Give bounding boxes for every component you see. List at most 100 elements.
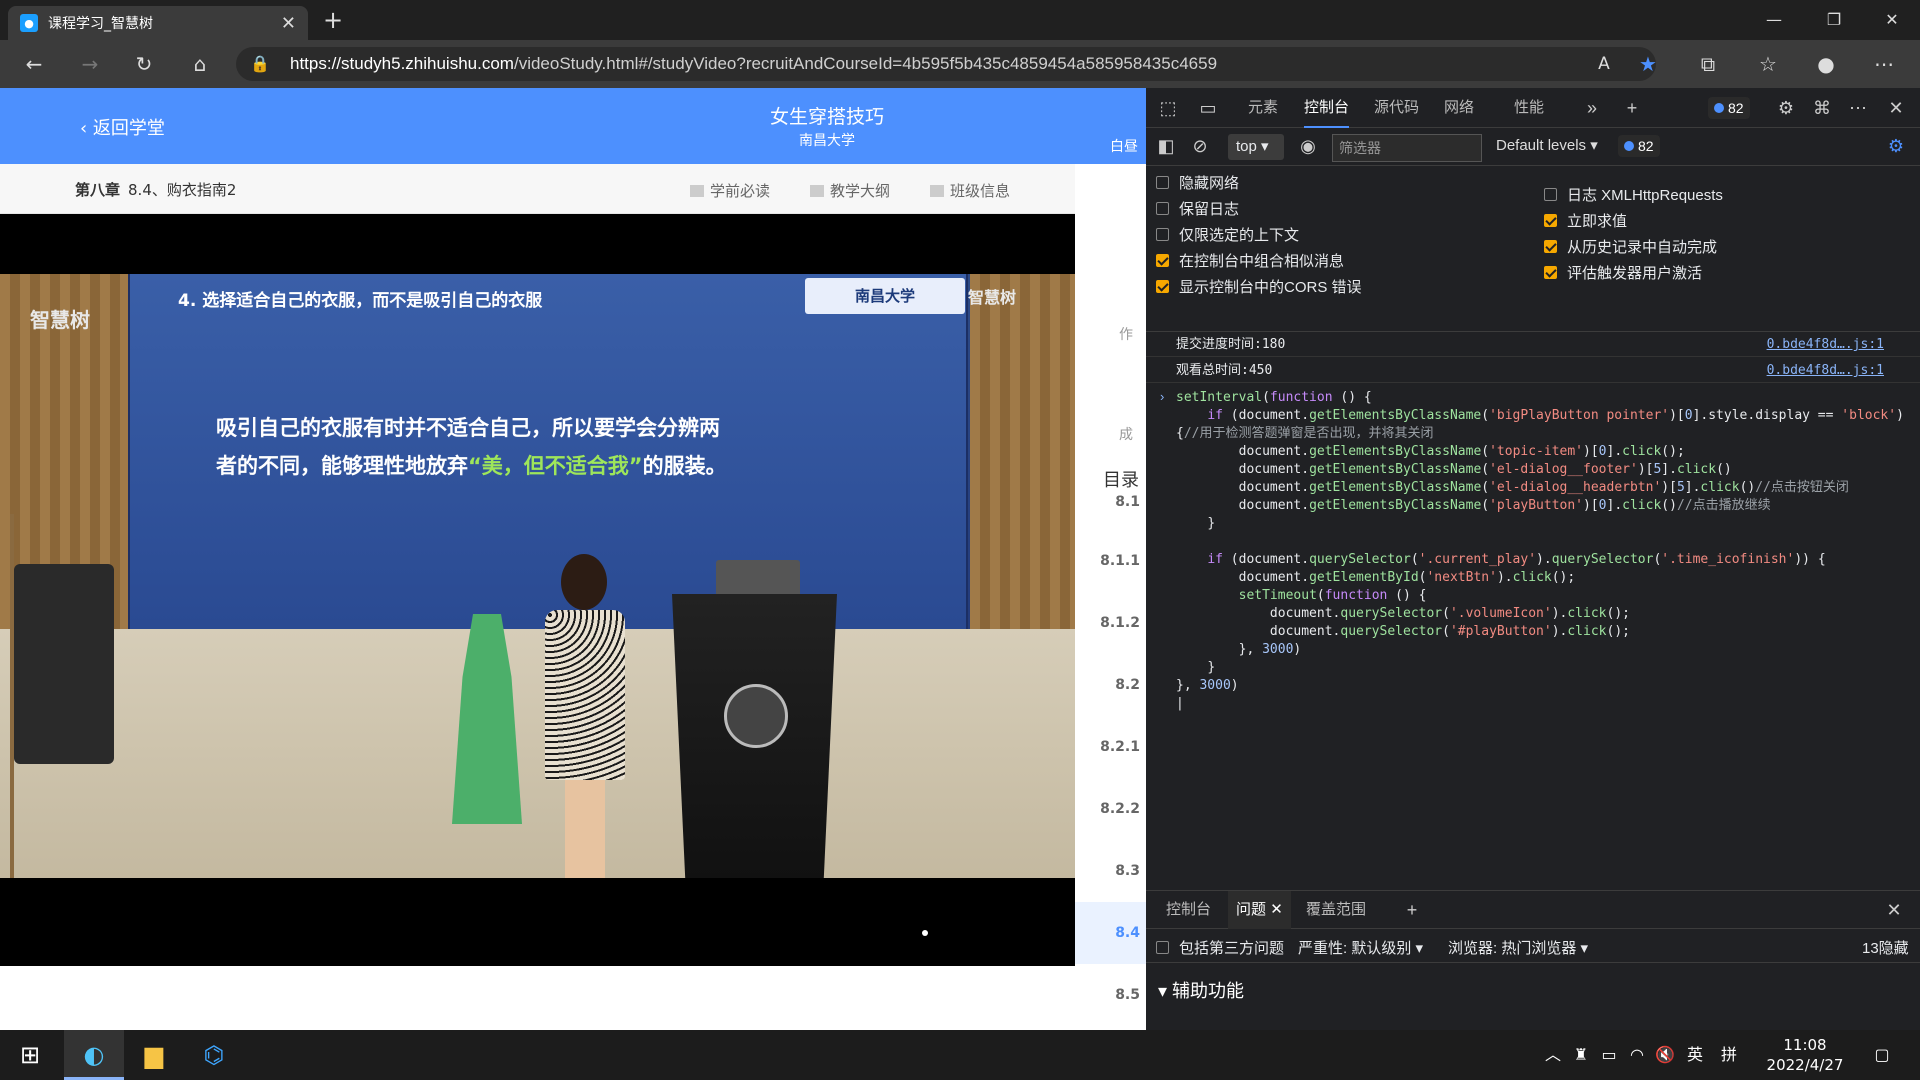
hide-network-checkbox[interactable]: 隐藏网络 [1156, 172, 1239, 193]
preserve-log-checkbox[interactable]: 保留日志 [1156, 198, 1239, 219]
more-options-icon[interactable]: ⋯ [1846, 96, 1870, 120]
new-tab-button[interactable]: + [318, 6, 348, 36]
filter-input[interactable]: 筛选器 [1332, 134, 1482, 162]
toc-item[interactable]: 8.5 [1075, 964, 1146, 1026]
toc-item[interactable]: 8.1.1 [1075, 530, 1146, 592]
extensions-icon[interactable]: ⧉ [1690, 48, 1726, 80]
wifi-icon[interactable]: ◠ [1624, 1030, 1650, 1080]
issues-badge[interactable]: 82 [1708, 97, 1750, 119]
log-levels-dropdown[interactable]: Default levels ▾ [1496, 136, 1598, 154]
favorites-icon[interactable]: ☆ [1750, 48, 1786, 80]
file-explorer-icon[interactable]: ▆ [124, 1030, 184, 1080]
more-tabs-icon[interactable]: » [1580, 96, 1604, 120]
context-select[interactable]: top ▾ [1228, 134, 1284, 160]
autocomplete-checkbox[interactable]: 从历史记录中自动完成 [1544, 236, 1717, 257]
vscode-icon[interactable]: ⌬ [184, 1030, 244, 1080]
ime-mode[interactable]: 拼 [1714, 1030, 1744, 1080]
toc-item[interactable]: 8.1.2 [1075, 592, 1146, 654]
log-source-link[interactable]: 0.bde4f8d….js:1 [1767, 332, 1884, 357]
read-aloud-icon[interactable]: A [1586, 48, 1622, 80]
tab-performance[interactable]: 性能 [1514, 88, 1544, 128]
syllabus-link[interactable]: 教学大纲 [810, 180, 890, 201]
system-clock[interactable]: 11:08 2022/4/27 [1760, 1035, 1850, 1075]
homework-label[interactable]: 作 [1119, 324, 1146, 344]
toc-item[interactable]: 8.2.1 [1075, 716, 1146, 778]
tray-chevron-icon[interactable]: ︿ [1540, 1030, 1566, 1080]
favorite-star-icon[interactable]: ★ [1630, 48, 1666, 80]
course-header: ‹ 返回学堂 女生穿搭技巧 南昌大学 白昼 [0, 88, 1146, 164]
drawer-add-tab-icon[interactable]: + [1400, 898, 1424, 922]
selected-context-checkbox[interactable]: 仅限选定的上下文 [1156, 224, 1299, 245]
tab-close-icon[interactable]: ✕ [281, 13, 296, 34]
profile-avatar[interactable]: ● [1808, 48, 1844, 80]
tab-network[interactable]: 网络 [1444, 88, 1474, 128]
user-activation-checkbox[interactable]: 评估触发器用户激活 [1544, 262, 1702, 283]
slide-text: 吸引自己的衣服有时并不适合自己，所以要学会分辨两 者的不同，能够理性地放弃“美，… [216, 409, 727, 485]
eager-eval-checkbox[interactable]: 立即求值 [1544, 210, 1627, 231]
back-to-school-link[interactable]: ‹ 返回学堂 [80, 114, 165, 140]
browser-tab[interactable]: ● 课程学习_智慧树 ✕ [8, 6, 308, 40]
toc-item-active[interactable]: 8.4 [1075, 902, 1146, 964]
checkbox-label: 立即求值 [1567, 213, 1628, 230]
home-icon[interactable]: ⌂ [182, 48, 218, 80]
checkbox-label: 在控制台中组合相似消息 [1179, 253, 1345, 270]
minimize-button[interactable]: — [1746, 0, 1802, 40]
url-path: /videoStudy.html#/studyVideo?recruitAndC… [513, 54, 1218, 73]
forward-arrow-icon[interactable]: → [72, 48, 108, 80]
school-name: 南昌大学 [799, 133, 855, 149]
toc-item[interactable]: 8.1 [1075, 492, 1146, 522]
video-player[interactable]: 4. 选择适合自己的衣服，而不是吸引自己的衣服 南昌大学 智慧树 智慧树 吸引自… [0, 214, 1075, 966]
refresh-icon[interactable]: ↻ [126, 48, 162, 80]
inspect-icon[interactable]: ⬚ [1156, 96, 1180, 120]
toc-item[interactable]: 8.3 [1075, 840, 1146, 902]
pre-study-link[interactable]: 学前必读 [690, 180, 770, 201]
clear-console-icon[interactable]: ⊘ [1188, 134, 1212, 158]
console-settings-icon[interactable]: ⚙ [1884, 134, 1908, 158]
add-tab-icon[interactable]: + [1620, 96, 1644, 120]
console-issues-badge[interactable]: 82 [1618, 135, 1660, 157]
tab-title: 课程学习_智慧树 [48, 16, 153, 32]
battery-icon[interactable]: ▭ [1596, 1030, 1622, 1080]
restore-button[interactable]: ❐ [1806, 0, 1862, 40]
toc-item[interactable]: 8.2 [1075, 654, 1146, 716]
drawer-tab-console[interactable]: 控制台 [1166, 891, 1211, 929]
drawer-close-icon[interactable]: ✕ [1882, 898, 1906, 922]
ime-language[interactable]: 英 [1680, 1030, 1710, 1080]
customize-icon[interactable]: ⌘ [1810, 96, 1834, 120]
browser-dropdown[interactable]: 浏览器: 热门浏览器 ▾ [1448, 937, 1588, 958]
close-window-button[interactable]: ✕ [1864, 0, 1920, 40]
start-windows-icon[interactable]: ⊞ [0, 1030, 60, 1080]
eye-icon[interactable]: ◉ [1296, 134, 1320, 158]
tab-sources[interactable]: 源代码 [1374, 88, 1419, 128]
notification-icon[interactable]: ▢ [1862, 1030, 1902, 1080]
group-similar-checkbox[interactable]: 在控制台中组合相似消息 [1156, 250, 1344, 271]
sidebar-toggle-icon[interactable]: ◧ [1154, 134, 1178, 158]
third-party-checkbox[interactable]: 包括第三方问题 [1156, 937, 1284, 958]
lock-icon[interactable]: 🔒 [250, 54, 270, 73]
back-arrow-icon[interactable]: ← [16, 48, 52, 80]
accessibility-section[interactable]: ▾ 辅助功能 [1158, 977, 1244, 1003]
tab-console[interactable]: 控制台 [1304, 88, 1350, 128]
theme-label[interactable]: 白昼 [1110, 136, 1138, 156]
edge-browser-icon[interactable]: ◐ [64, 1030, 124, 1080]
drawer-tab-issues[interactable]: 问题 ✕ [1228, 891, 1291, 929]
cors-errors-checkbox[interactable]: 显示控制台中的CORS 错误 [1156, 276, 1362, 297]
grade-label[interactable]: 成 [1119, 424, 1146, 444]
toc-item[interactable]: 8.2.2 [1075, 778, 1146, 840]
device-emulation-icon[interactable]: ▭ [1196, 96, 1220, 120]
console-input-code[interactable]: setInterval(function () { if (document.g… [1176, 389, 1906, 713]
log-xhr-checkbox[interactable]: 日志 XMLHttpRequests [1544, 184, 1723, 205]
severity-dropdown[interactable]: 严重性: 默认级别 ▾ [1298, 937, 1423, 958]
volume-muted-icon[interactable]: 🔇 [1652, 1030, 1678, 1080]
close-devtools-icon[interactable]: ✕ [1884, 96, 1908, 120]
address-bar[interactable]: https://studyh5.zhihuishu.com/videoStudy… [236, 47, 1656, 81]
settings-gear-icon[interactable]: ⚙ [1774, 96, 1798, 120]
watermark-logo-right: 智慧树 [968, 288, 1017, 307]
tab-elements[interactable]: 元素 [1248, 88, 1278, 128]
tray-app-icon[interactable]: ♜ [1568, 1030, 1594, 1080]
more-menu-icon[interactable]: ⋯ [1866, 48, 1902, 80]
drawer-tab-coverage[interactable]: 覆盖范围 [1306, 891, 1366, 929]
log-source-link[interactable]: 0.bde4f8d….js:1 [1767, 358, 1884, 383]
close-icon[interactable]: ✕ [1270, 901, 1283, 918]
class-info-link[interactable]: 班级信息 [930, 180, 1010, 201]
